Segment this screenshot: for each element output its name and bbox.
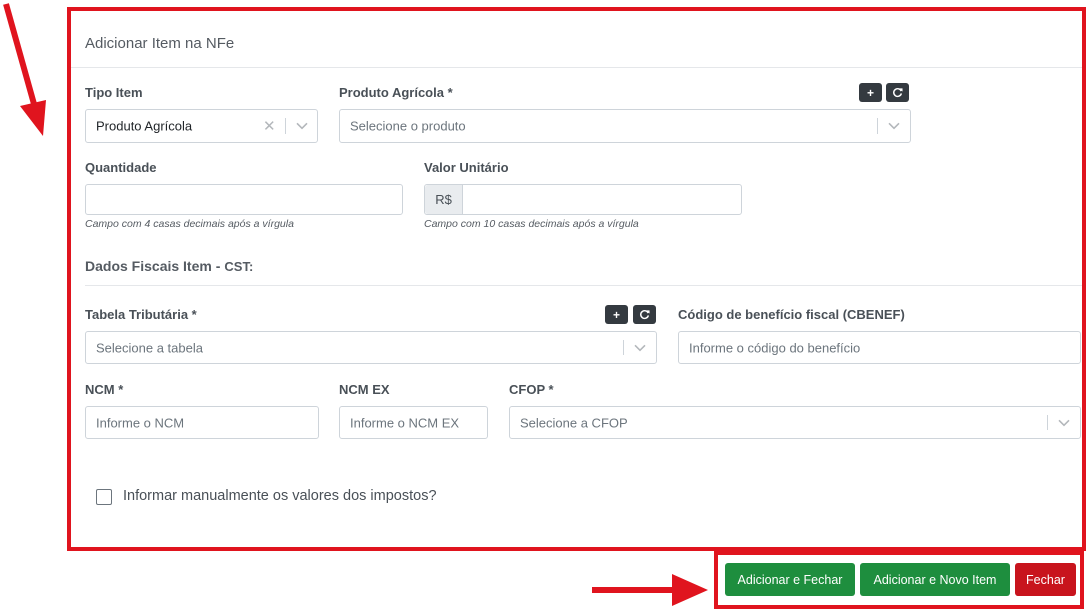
add-close-button[interactable]: Adicionar e Fechar <box>725 563 855 596</box>
clear-x-icon[interactable]: ✕ <box>263 117 276 135</box>
fiscal-section-label: Dados Fiscais Item - <box>85 258 221 274</box>
cfop-placeholder: Selecione a CFOP <box>520 415 628 430</box>
cfop-label: CFOP * <box>509 382 554 397</box>
annotation-arrow-bottom-icon <box>592 574 708 606</box>
select-divider <box>1047 415 1048 430</box>
refresh-icon <box>893 87 903 98</box>
valor-unitario-label: Valor Unitário <box>424 160 509 175</box>
add-tabela-button[interactable]: + <box>605 305 628 324</box>
modal-title: Adicionar Item na NFe <box>85 35 235 52</box>
produto-select[interactable]: Selecione o produto <box>339 109 911 143</box>
chevron-down-icon[interactable] <box>887 118 901 132</box>
quantidade-hint: Campo com 4 casas decimais após a vírgul… <box>85 218 294 230</box>
modal-footer: Adicionar e Fechar Adicionar e Novo Item… <box>714 551 1084 609</box>
chevron-down-icon[interactable] <box>1057 415 1071 429</box>
chevron-down-icon[interactable] <box>633 340 647 354</box>
manual-taxes-checkbox[interactable] <box>96 489 112 505</box>
refresh-icon <box>640 309 650 320</box>
select-divider <box>285 118 286 134</box>
section-divider <box>85 285 1082 286</box>
tipo-item-value: Produto Agrícola <box>96 118 193 134</box>
ncm-input[interactable]: Informe o NCM <box>85 406 319 439</box>
close-button[interactable]: Fechar <box>1015 563 1076 596</box>
refresh-produto-button[interactable] <box>886 83 909 102</box>
tabela-select[interactable]: Selecione a tabela <box>85 331 657 364</box>
manual-taxes-label[interactable]: Informar manualmente os valores dos impo… <box>123 488 437 504</box>
ncm-ex-placeholder: Informe o NCM EX <box>350 415 460 430</box>
chevron-down-icon[interactable] <box>295 118 309 132</box>
tipo-item-select[interactable]: Produto Agrícola ✕ <box>85 109 318 143</box>
cst-label: CST: <box>224 259 254 274</box>
cbenef-label: Código de benefício fiscal (CBENEF) <box>678 307 905 322</box>
tabela-label: Tabela Tributária * <box>85 307 197 322</box>
tipo-item-label: Tipo Item <box>85 85 143 100</box>
valor-unitario-input[interactable]: R$ <box>424 184 742 215</box>
header-divider <box>71 67 1082 68</box>
ncm-ex-input[interactable]: Informe o NCM EX <box>339 406 488 439</box>
ncm-placeholder: Informe o NCM <box>96 415 185 430</box>
add-new-item-button[interactable]: Adicionar e Novo Item <box>860 563 1010 596</box>
select-divider <box>877 118 878 134</box>
currency-prefix: R$ <box>425 185 463 214</box>
quantidade-input[interactable] <box>85 184 403 215</box>
produto-label: Produto Agrícola * <box>339 85 453 100</box>
tabela-placeholder: Selecione a tabela <box>96 340 203 355</box>
produto-placeholder: Selecione o produto <box>350 118 466 134</box>
ncm-ex-label: NCM EX <box>339 382 390 397</box>
cfop-select[interactable]: Selecione a CFOP <box>509 406 1081 439</box>
select-divider <box>623 340 624 355</box>
fiscal-section-title: Dados Fiscais Item - CST: <box>85 258 253 274</box>
annotation-arrow-top-icon <box>3 3 46 136</box>
valor-unitario-hint: Campo com 10 casas decimais após a vírgu… <box>424 218 639 230</box>
quantidade-label: Quantidade <box>85 160 157 175</box>
refresh-tabela-button[interactable] <box>633 305 656 324</box>
cbenef-placeholder: Informe o código do benefício <box>689 340 861 355</box>
add-produto-button[interactable]: + <box>859 83 882 102</box>
add-item-modal: Adicionar Item na NFe Tipo Item Produto … <box>67 7 1086 551</box>
cbenef-input[interactable]: Informe o código do benefício <box>678 331 1081 364</box>
ncm-label: NCM * <box>85 382 124 397</box>
